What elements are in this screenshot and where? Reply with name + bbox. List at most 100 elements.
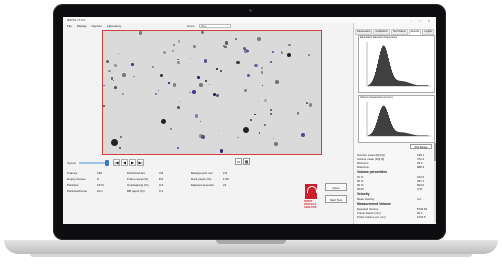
menu-laboratory[interactable]: Laboratory: [107, 24, 121, 28]
volume-histogram: Volume frequencies (cumul.): [358, 95, 435, 143]
histogram-bar: [404, 81, 405, 86]
particle: [199, 133, 204, 138]
skip-back-button[interactable]: |◀: [113, 159, 120, 166]
dark-pixels-value: 1.00: [223, 177, 229, 181]
particle: [191, 90, 196, 94]
histogram-bar: [403, 132, 404, 136]
particle: [189, 91, 191, 94]
particle: [215, 68, 218, 71]
particle: [220, 70, 222, 72]
menu-display[interactable]: Display: [77, 24, 87, 28]
particle: [152, 66, 155, 69]
histogram-bar: [414, 84, 415, 86]
particle: [194, 114, 199, 118]
particle: [244, 89, 248, 93]
particle: [119, 135, 123, 139]
laptop-foot: [30, 254, 472, 257]
particle: [209, 83, 211, 85]
particle: [246, 73, 251, 78]
particle: [179, 100, 181, 102]
tab-calibration[interactable]: Calibration: [373, 29, 390, 35]
particle: [193, 45, 196, 48]
histogram-bar: [397, 80, 398, 86]
tab-results[interactable]: Results: [408, 29, 422, 35]
particle-image-view[interactable]: [102, 30, 322, 155]
menu-file[interactable]: File: [67, 24, 72, 28]
histogram-bar: [411, 134, 412, 136]
particle: [131, 63, 135, 67]
histogram-bar: [377, 63, 378, 86]
histogram-bar: [386, 50, 387, 86]
percentile-row: 90/10 3.97: [357, 187, 422, 191]
single-view-button[interactable]: ▭: [235, 158, 242, 165]
particle: [308, 103, 312, 107]
particle: [197, 75, 200, 79]
histogram-bar: [409, 133, 410, 136]
speed-slider-handle[interactable]: [105, 160, 109, 166]
particle: [177, 147, 180, 150]
particle: [243, 127, 249, 133]
histogram-bar: [376, 122, 377, 136]
particles-value: 1974: [97, 183, 104, 187]
histogram-bar: [406, 81, 407, 86]
histogram-bar: [369, 84, 370, 86]
particle: [163, 51, 167, 55]
play-button[interactable]: ▶: [129, 159, 136, 166]
particle: [272, 51, 275, 54]
histogram-bar: [380, 51, 381, 86]
particle: [105, 60, 109, 64]
particle: [257, 37, 262, 41]
particle: [171, 49, 174, 52]
histogram-bar: [371, 133, 372, 136]
histogram-bar: [407, 82, 408, 86]
particle: [263, 124, 266, 127]
histogram-bar: [393, 75, 394, 86]
histogram-bar: [383, 105, 384, 136]
histogram-bar: [384, 46, 385, 86]
start-test-button[interactable]: Start Test: [325, 195, 347, 203]
background-label: Background mm: [191, 171, 213, 175]
tab-test-status[interactable]: Test Status: [390, 29, 408, 35]
particle: [157, 90, 160, 92]
histogram-bar: [370, 83, 371, 86]
histogram-bar: [384, 106, 385, 136]
plot-range-button[interactable]: Plot Range: [410, 144, 432, 149]
open-button[interactable]: Open: [325, 183, 347, 191]
laptop-notch: [216, 240, 286, 244]
results-scrollbar[interactable]: [434, 143, 436, 223]
particle: [270, 61, 272, 64]
tab-logfile[interactable]: Logfile: [422, 29, 434, 35]
particle: [111, 139, 118, 146]
histogram-bar: [387, 112, 388, 136]
histogram-bar: [378, 116, 379, 136]
source-select[interactable]: Source Files: [187, 24, 231, 28]
particle: [288, 43, 291, 47]
histogram-bar: [412, 83, 413, 86]
histogram-bar: [374, 128, 375, 136]
particle: [263, 98, 268, 103]
particle: [254, 114, 256, 116]
histogram-bar: [405, 81, 406, 86]
volume-histogram-title: Volume frequencies (cumul.): [360, 96, 393, 99]
particle: [138, 31, 143, 35]
maximum-value: 988.3: [417, 165, 424, 169]
velocity-row: Mean Velocity 4.2: [357, 197, 421, 201]
grid-view-button[interactable]: ▦: [243, 158, 250, 165]
histogram-bar: [405, 132, 406, 136]
histogram-bar: [382, 106, 383, 136]
particle: [114, 86, 117, 89]
tab-parameters[interactable]: Parameters: [355, 29, 373, 35]
particle: [161, 119, 166, 124]
histogram-bar: [376, 68, 377, 86]
histogram-bar: [400, 80, 401, 86]
scrollbar-thumb[interactable]: [434, 143, 436, 161]
menu-capture[interactable]: Capture: [91, 24, 102, 28]
logo-text: SOPAT PARTICLE ANALYSIS: [304, 200, 317, 209]
histogram-bar: [410, 133, 411, 136]
skip-forward-button[interactable]: ▶|: [137, 159, 144, 166]
measurement-row: Probe Volume (cu mm) 1373.5: [357, 215, 426, 219]
velocity-heading: Velocity: [357, 192, 370, 196]
particle: [205, 80, 207, 82]
particle: [119, 146, 122, 150]
step-back-button[interactable]: ◀: [121, 159, 128, 166]
